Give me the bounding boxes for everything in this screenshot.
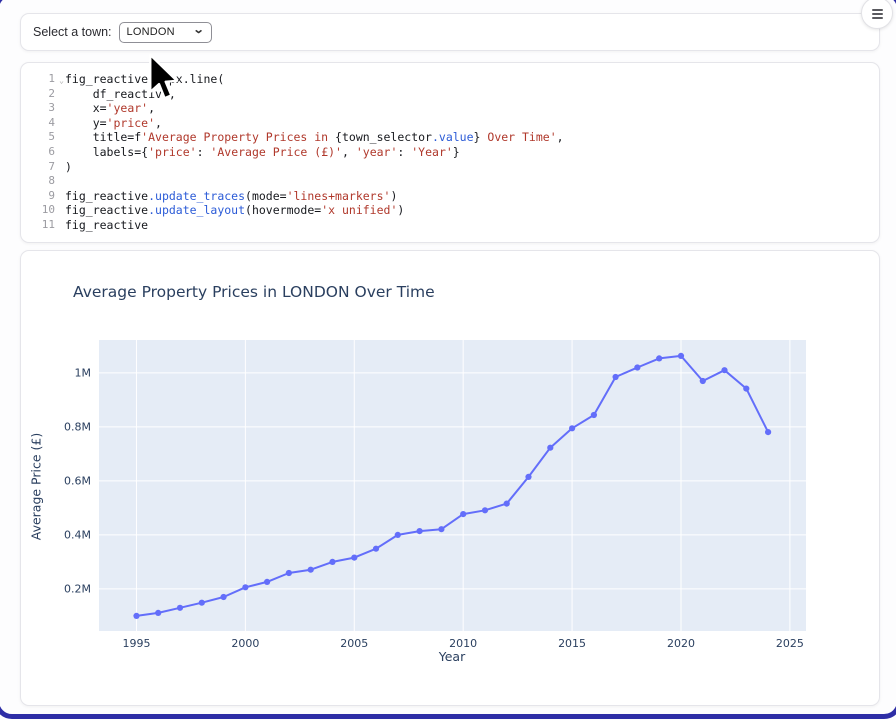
code-line: 6 labels={'price': 'Average Price (£)', … xyxy=(27,145,869,160)
line-number: 6 xyxy=(27,145,65,160)
code-editor-cell[interactable]: 1⌄fig_reactive = px.line(2 df_reactive,3… xyxy=(20,62,880,243)
svg-text:2000: 2000 xyxy=(231,637,259,650)
code-line: 3 x='year', xyxy=(27,101,869,116)
line-number: 7 xyxy=(27,160,65,175)
line-number: 8 xyxy=(27,174,65,189)
code-line: 7) xyxy=(27,160,869,175)
svg-text:0.6M: 0.6M xyxy=(64,475,91,488)
code-line: 9fig_reactive.update_traces(mode='lines+… xyxy=(27,189,869,204)
code-line: 2 df_reactive, xyxy=(27,87,869,102)
svg-text:2025: 2025 xyxy=(776,637,804,650)
chevron-down-icon: ⌄ xyxy=(193,25,205,36)
town-selector-value: LONDON xyxy=(127,26,195,38)
svg-text:1995: 1995 xyxy=(122,637,150,650)
svg-text:2020: 2020 xyxy=(667,637,695,650)
town-selector-dropdown[interactable]: LONDON ⌄ xyxy=(119,22,212,43)
code-line: 1⌄fig_reactive = px.line( xyxy=(27,72,869,87)
code-line: 4 y='price', xyxy=(27,116,869,131)
svg-text:0.4M: 0.4M xyxy=(64,529,91,542)
town-selector-cell: Select a town: LONDON ⌄ xyxy=(20,13,880,51)
app-window: Select a town: LONDON ⌄ 1⌄fig_reactive =… xyxy=(0,0,896,720)
svg-text:0.8M: 0.8M xyxy=(64,421,91,434)
code-line: 8 xyxy=(27,174,869,189)
line-number: 2 xyxy=(27,87,65,102)
line-number: 10 xyxy=(27,203,65,218)
line-number: 5 xyxy=(27,130,65,145)
line-number: 1⌄ xyxy=(27,72,65,87)
code-line: 5 title=f'Average Property Prices in {to… xyxy=(27,130,869,145)
chart-output-cell: Average Property Prices in LONDON Over T… xyxy=(20,250,880,706)
chart-canvas[interactable]: 19952000200520102015202020250.2M0.4M0.6M… xyxy=(21,251,879,681)
svg-text:2005: 2005 xyxy=(340,637,368,650)
x-axis-title: Year xyxy=(402,649,502,664)
line-number: 3 xyxy=(27,101,65,116)
svg-text:2015: 2015 xyxy=(558,637,586,650)
svg-text:0.2M: 0.2M xyxy=(64,583,91,596)
line-number: 9 xyxy=(27,189,65,204)
line-number: 4 xyxy=(27,116,65,131)
hamburger-icon xyxy=(872,9,883,19)
notebook-menu-button[interactable] xyxy=(861,0,893,29)
town-selector-label: Select a town: xyxy=(33,25,112,39)
line-number: 11 xyxy=(27,218,65,233)
svg-text:1M: 1M xyxy=(75,367,92,380)
y-axis-title: Average Price (£) xyxy=(29,422,44,552)
code-line: 11fig_reactive xyxy=(27,218,869,233)
code-line: 10fig_reactive.update_layout(hovermode='… xyxy=(27,203,869,218)
